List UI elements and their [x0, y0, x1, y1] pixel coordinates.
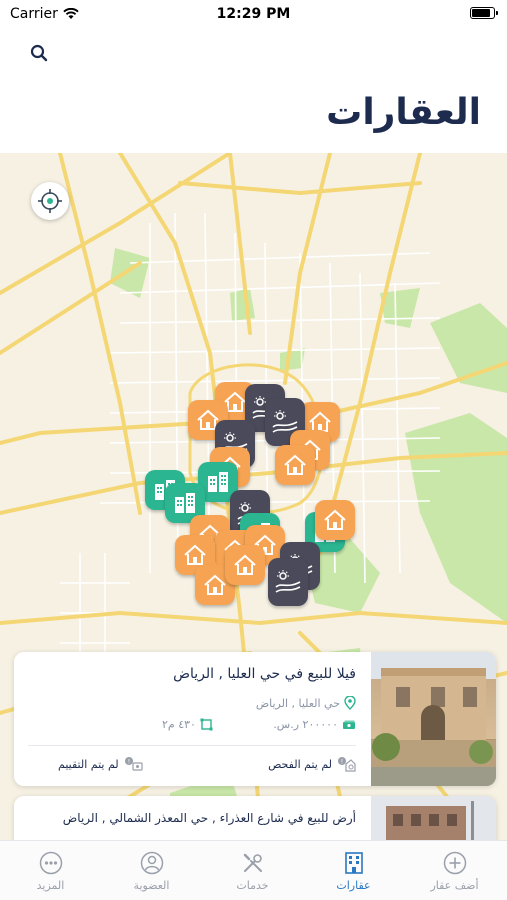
listing-area: ٤٣٠ م٢ — [162, 718, 213, 731]
location-pin-icon — [344, 696, 356, 710]
map-pin-house[interactable] — [225, 545, 265, 585]
inspection-status: ! لم يتم الفحص — [268, 756, 356, 772]
membership-icon — [140, 851, 163, 875]
inspection-icon: ! — [338, 757, 356, 772]
listing-title: فيلا للبيع في حي العليا , الرياض — [173, 666, 356, 682]
area-icon — [200, 718, 213, 731]
tab-membership[interactable]: العضوية — [101, 841, 202, 900]
page-title: العقارات — [326, 92, 481, 133]
tab-membership-label: العضوية — [133, 879, 170, 892]
crosshair-icon — [38, 189, 62, 213]
card-divider — [28, 745, 356, 746]
house-icon — [234, 554, 256, 575]
battery-fill — [472, 9, 490, 17]
listing-price-text: ٢٠٠٠٠٠ ر.س. — [273, 718, 338, 731]
tab-services[interactable]: خدمات — [202, 841, 303, 900]
villa-photo — [371, 652, 496, 786]
tab-properties[interactable]: عقارات — [303, 841, 404, 900]
tab-bar: المزيد العضوية خدمات عقارات أضف عقار — [0, 840, 507, 900]
house-icon — [284, 454, 306, 475]
map-pin-house[interactable] — [315, 500, 355, 540]
svg-text:!: ! — [127, 759, 129, 766]
locate-button[interactable] — [31, 182, 69, 220]
house-icon — [324, 509, 346, 530]
battery-icon — [470, 7, 498, 19]
add-property-icon — [443, 851, 466, 875]
map-pin-land[interactable] — [268, 558, 308, 606]
inspection-status-text: لم يتم الفحص — [268, 757, 332, 771]
services-icon — [243, 853, 262, 872]
listing-location: حي العليا , الرياض — [256, 696, 356, 710]
search-button[interactable] — [26, 40, 52, 66]
money-icon — [343, 720, 355, 729]
valuation-status-text: لم يتم التقييم — [58, 757, 119, 771]
tab-more-label: المزيد — [36, 879, 65, 892]
listing-area-text: ٤٣٠ م٢ — [162, 718, 196, 731]
status-bar: Carrier 12:29 PM — [0, 0, 507, 30]
more-icon — [39, 851, 62, 875]
house-icon — [204, 574, 226, 595]
clock: 12:29 PM — [216, 6, 291, 22]
listing-title: أرض للبيع في شارع العذراء , حي المعذر ال… — [62, 811, 356, 825]
tab-properties-label: عقارات — [336, 879, 371, 892]
listing-price: ٢٠٠٠٠٠ ر.س. — [273, 718, 356, 731]
valuation-icon: ! — [124, 757, 143, 771]
listing-card[interactable]: فيلا للبيع في حي العليا , الرياض حي العل… — [14, 652, 496, 786]
tab-services-label: خدمات — [236, 879, 269, 892]
valuation-status: ! لم يتم التقييم — [58, 756, 143, 772]
building-icon — [175, 493, 195, 513]
svg-text:!: ! — [341, 759, 343, 766]
tab-add-property-label: أضف عقار — [430, 879, 479, 892]
tab-add-property[interactable]: أضف عقار — [404, 841, 505, 900]
search-icon — [30, 44, 48, 62]
properties-icon — [344, 852, 363, 874]
map-pin-house[interactable] — [275, 445, 315, 485]
listing-location-text: حي العليا , الرياض — [255, 696, 340, 710]
building-icon — [208, 472, 228, 492]
listing-photo — [371, 652, 496, 786]
tab-more[interactable]: المزيد — [0, 841, 101, 900]
land-icon — [275, 570, 301, 593]
house-icon — [184, 544, 206, 565]
